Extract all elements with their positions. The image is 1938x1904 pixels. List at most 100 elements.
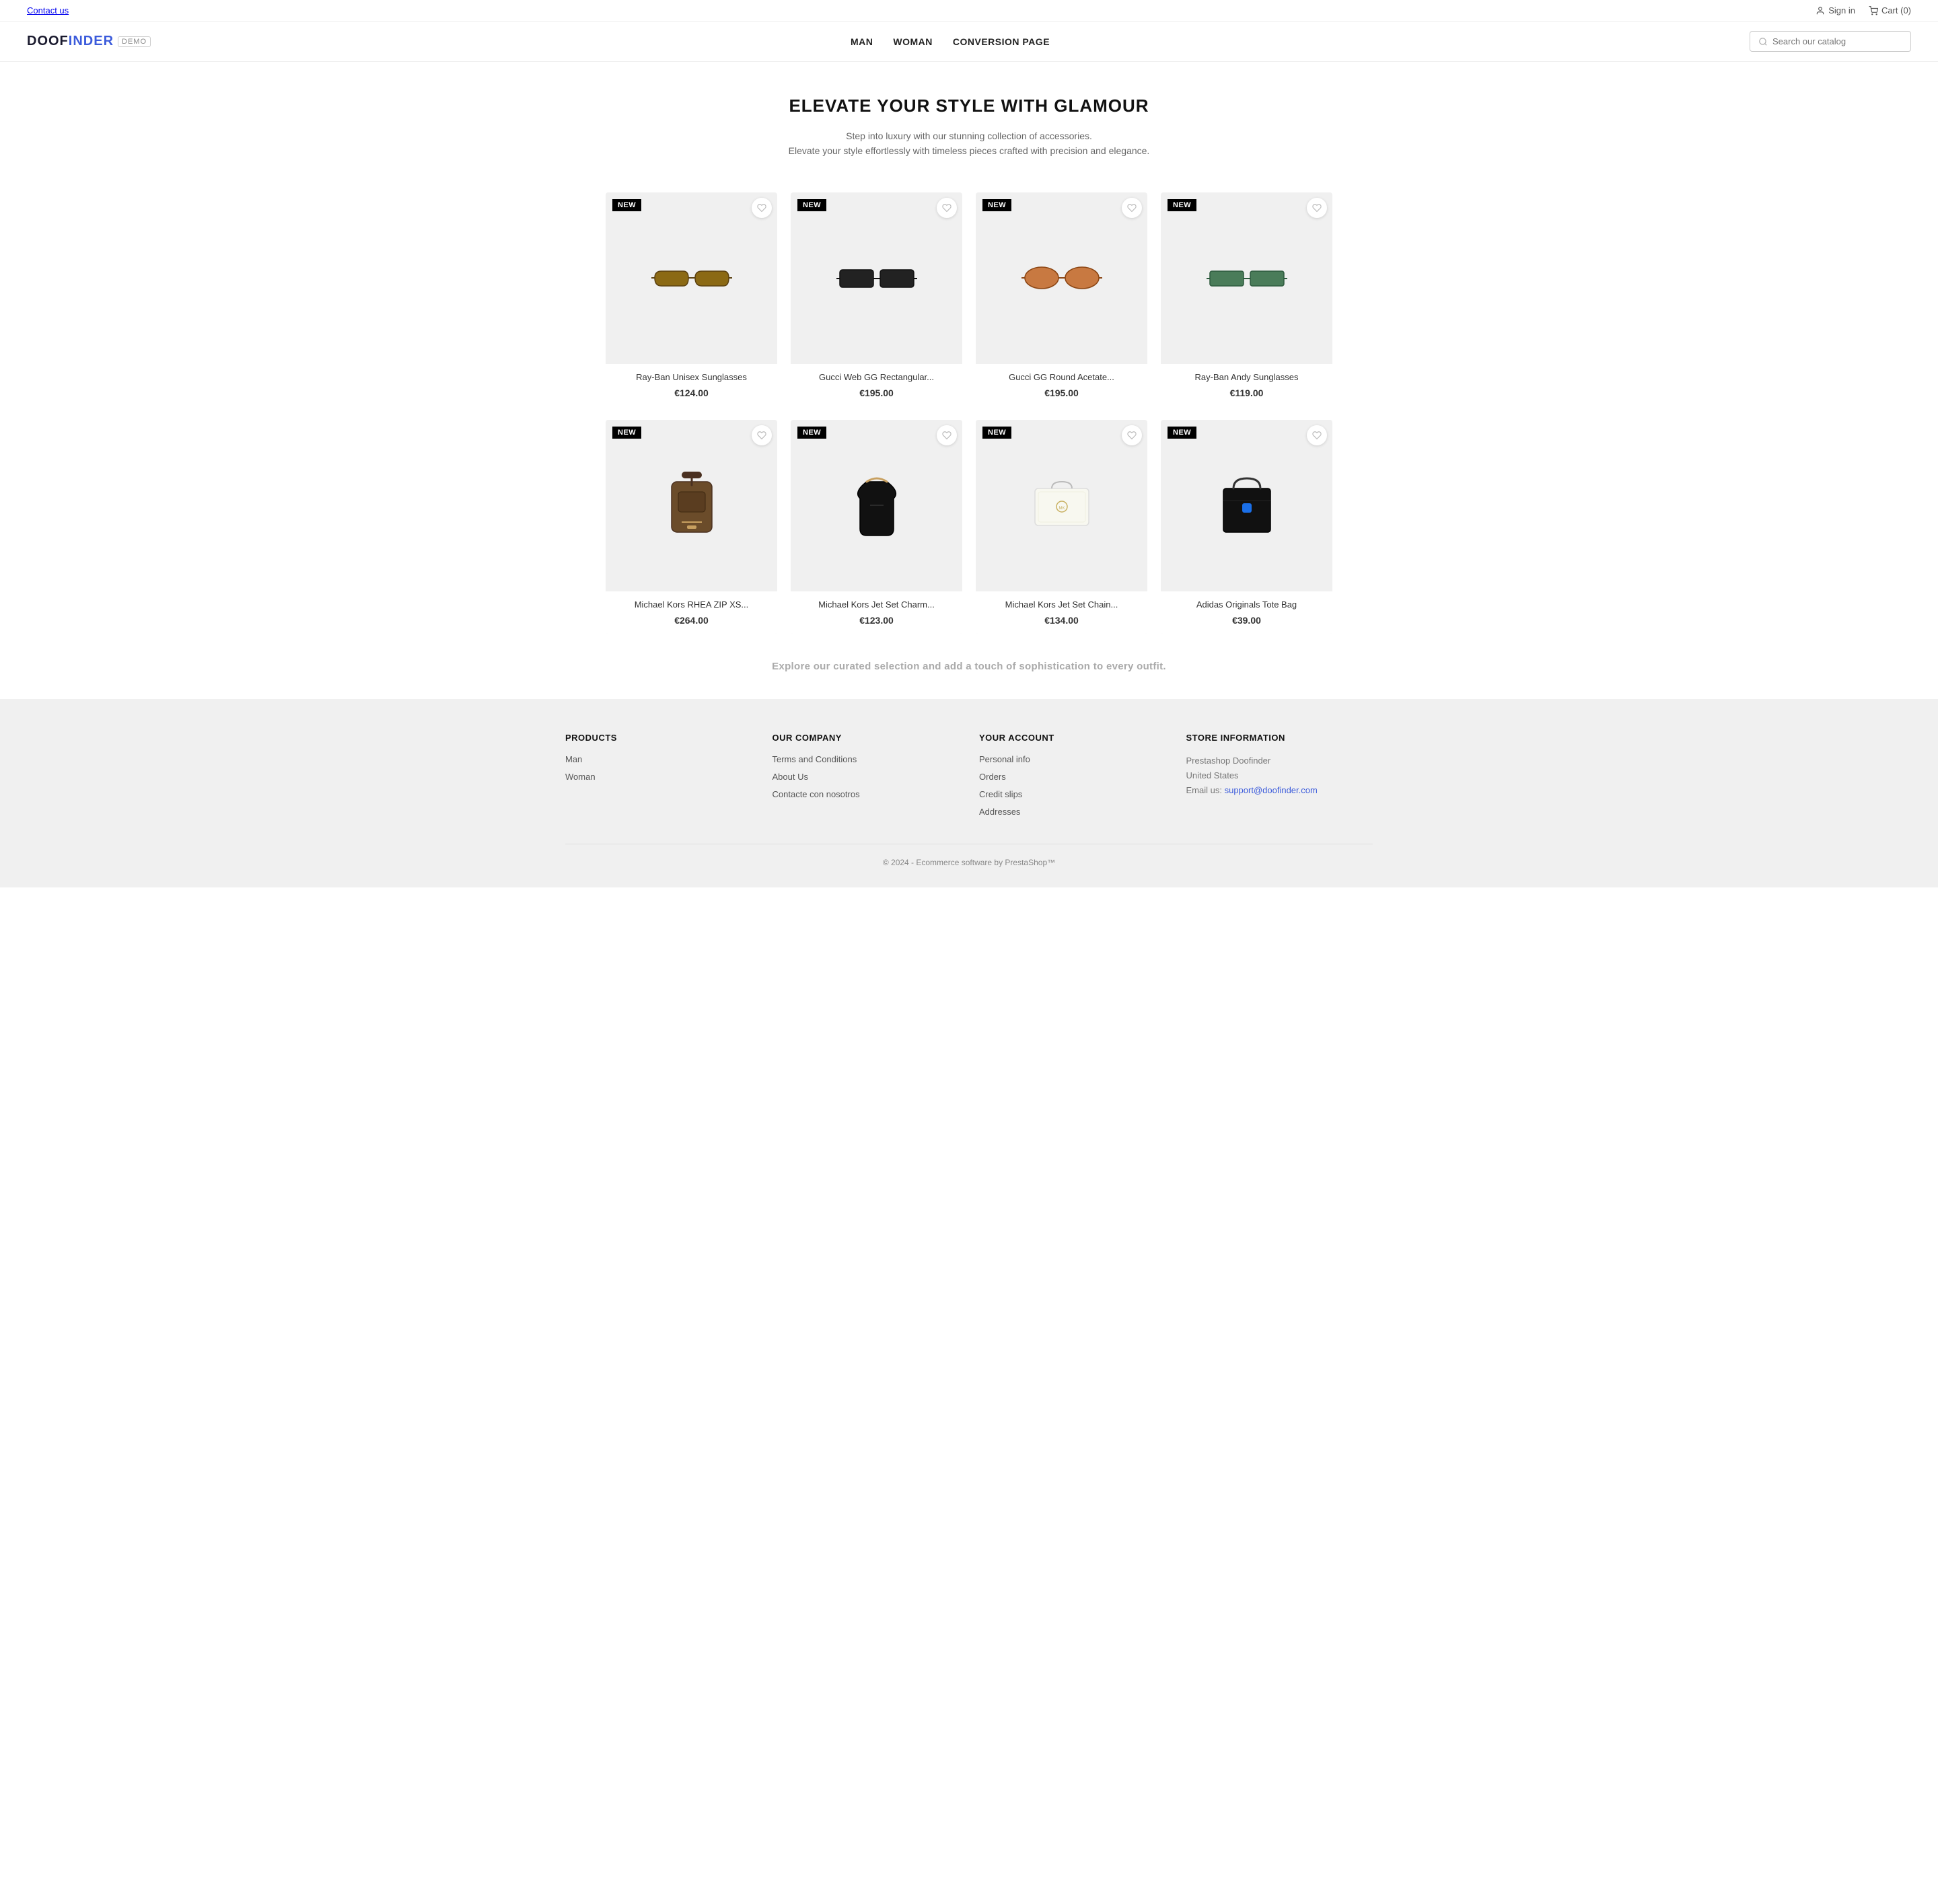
product-price: €39.00	[1169, 615, 1324, 626]
product-card[interactable]: NEW Michael Kors RHEA ZIP XS... €264.00	[606, 420, 777, 634]
footer-company: OUR COMPANY Terms and Conditions About U…	[773, 733, 960, 823]
hero-subtitle-2: Elevate your style effortlessly with tim…	[13, 143, 1925, 158]
product-info: Michael Kors Jet Set Chain... €134.00	[976, 591, 1147, 634]
product-card[interactable]: NEW Ray-Ban Andy Sunglasses €119.00	[1161, 192, 1332, 406]
user-icon	[1816, 6, 1825, 15]
store-country: United States	[1186, 770, 1239, 780]
product-name: Ray-Ban Andy Sunglasses	[1169, 372, 1324, 383]
hero-section: ELEVATE YOUR STYLE WITH GLAMOUR Step int…	[0, 62, 1938, 179]
store-email-link[interactable]: support@doofinder.com	[1225, 785, 1318, 795]
footer-link-contact[interactable]: Contacte con nosotros	[773, 789, 860, 799]
footer-link-addresses[interactable]: Addresses	[979, 807, 1020, 817]
heart-icon	[942, 431, 952, 440]
product-price: €264.00	[614, 615, 769, 626]
footer-link-personal-info[interactable]: Personal info	[979, 754, 1030, 764]
product-info: Michael Kors Jet Set Charm... €123.00	[791, 591, 962, 634]
nav-man[interactable]: MAN	[851, 36, 873, 47]
product-image	[606, 192, 777, 364]
copyright-text: © 2024 - Ecommerce software by PrestaSho…	[883, 858, 1055, 867]
product-info: Gucci GG Round Acetate... €195.00	[976, 364, 1147, 406]
footer-link-about[interactable]: About Us	[773, 772, 808, 782]
product-image	[1161, 192, 1332, 364]
logo-demo: DEMO	[118, 36, 151, 47]
footer-grid: PRODUCTS Man Woman OUR COMPANY Terms and…	[565, 733, 1373, 823]
footer-store-title: STORE INFORMATION	[1186, 733, 1373, 743]
hero-title: ELEVATE YOUR STYLE WITH GLAMOUR	[13, 96, 1925, 116]
product-image-wrapper: NEW	[606, 192, 777, 364]
footer-company-title: OUR COMPANY	[773, 733, 960, 743]
product-image-wrapper: MK NEW	[976, 420, 1147, 591]
heart-icon	[1127, 203, 1137, 213]
footer-link-woman[interactable]: Woman	[565, 772, 596, 782]
store-name: Prestashop Doofinder	[1186, 756, 1271, 766]
product-image-wrapper: NEW	[1161, 192, 1332, 364]
product-name: Gucci Web GG Rectangular...	[799, 372, 954, 383]
product-card[interactable]: NEW Gucci Web GG Rectangular... €195.00	[791, 192, 962, 406]
wishlist-button[interactable]	[752, 425, 772, 445]
cart-link[interactable]: Cart (0)	[1869, 5, 1911, 15]
product-price: €124.00	[614, 388, 769, 398]
product-info: Ray-Ban Unisex Sunglasses €124.00	[606, 364, 777, 406]
product-card[interactable]: NEW Michael Kors Jet Set Charm... €123.0…	[791, 420, 962, 634]
product-image-wrapper: NEW	[606, 420, 777, 591]
logo[interactable]: DOOFINDER DEMO	[27, 34, 151, 49]
product-image: MK	[976, 420, 1147, 591]
product-name: Adidas Originals Tote Bag	[1169, 599, 1324, 611]
footer-link-credit-slips[interactable]: Credit slips	[979, 789, 1022, 799]
product-card[interactable]: MK NEW Michael Kors Jet Set Chain... €13…	[976, 420, 1147, 634]
product-price: €195.00	[984, 388, 1139, 398]
new-badge: NEW	[797, 427, 826, 439]
product-price: €195.00	[799, 388, 954, 398]
wishlist-button[interactable]	[1122, 198, 1142, 218]
wishlist-button[interactable]	[937, 198, 957, 218]
product-price: €134.00	[984, 615, 1139, 626]
product-image-wrapper: NEW	[791, 192, 962, 364]
footer-bottom: © 2024 - Ecommerce software by PrestaSho…	[565, 844, 1373, 867]
new-badge: NEW	[612, 427, 641, 439]
footer-link-man[interactable]: Man	[565, 754, 582, 764]
product-image	[791, 420, 962, 591]
product-image-wrapper: NEW	[1161, 420, 1332, 591]
product-card[interactable]: NEW Gucci GG Round Acetate... €195.00	[976, 192, 1147, 406]
footer-company-list: Terms and Conditions About Us Contacte c…	[773, 754, 960, 801]
footer-account: YOUR ACCOUNT Personal info Orders Credit…	[979, 733, 1166, 823]
footer-link-terms[interactable]: Terms and Conditions	[773, 754, 857, 764]
footer: PRODUCTS Man Woman OUR COMPANY Terms and…	[0, 699, 1938, 887]
product-card[interactable]: NEW Adidas Originals Tote Bag €39.00	[1161, 420, 1332, 634]
footer-products: PRODUCTS Man Woman	[565, 733, 752, 823]
nav-woman[interactable]: WOMAN	[893, 36, 933, 47]
top-bar-right: Sign in Cart (0)	[1816, 5, 1911, 15]
nav-conversion[interactable]: CONVERSION PAGE	[953, 36, 1050, 47]
product-name: Michael Kors Jet Set Charm...	[799, 599, 954, 611]
new-badge: NEW	[982, 427, 1011, 439]
wishlist-button[interactable]	[752, 198, 772, 218]
heart-icon	[1312, 203, 1322, 213]
curated-text: Explore our curated selection and add a …	[0, 647, 1938, 686]
signin-link[interactable]: Sign in	[1816, 5, 1855, 15]
product-image	[976, 192, 1147, 364]
footer-account-list: Personal info Orders Credit slips Addres…	[979, 754, 1166, 818]
product-info: Adidas Originals Tote Bag €39.00	[1161, 591, 1332, 634]
product-card[interactable]: NEW Ray-Ban Unisex Sunglasses €124.00	[606, 192, 777, 406]
footer-store-details: Prestashop Doofinder United States Email…	[1186, 754, 1373, 798]
footer-link-orders[interactable]: Orders	[979, 772, 1006, 782]
cart-icon	[1869, 6, 1878, 15]
product-name: Michael Kors RHEA ZIP XS...	[614, 599, 769, 611]
product-price: €119.00	[1169, 388, 1324, 398]
header: DOOFINDER DEMO MAN WOMAN CONVERSION PAGE	[0, 22, 1938, 62]
heart-icon	[757, 203, 766, 213]
heart-icon	[757, 431, 766, 440]
product-info: Michael Kors RHEA ZIP XS... €264.00	[606, 591, 777, 634]
search-input[interactable]	[1772, 36, 1902, 46]
wishlist-button[interactable]	[1307, 198, 1327, 218]
heart-icon	[942, 203, 952, 213]
product-price: €123.00	[799, 615, 954, 626]
main-nav: MAN WOMAN CONVERSION PAGE	[851, 36, 1050, 47]
search-bar[interactable]	[1750, 31, 1911, 52]
contact-link[interactable]: Contact us	[27, 5, 69, 15]
wishlist-button[interactable]	[1307, 425, 1327, 445]
wishlist-button[interactable]	[937, 425, 957, 445]
store-email-label: Email us:	[1186, 785, 1222, 795]
wishlist-button[interactable]	[1122, 425, 1142, 445]
product-info: Gucci Web GG Rectangular... €195.00	[791, 364, 962, 406]
